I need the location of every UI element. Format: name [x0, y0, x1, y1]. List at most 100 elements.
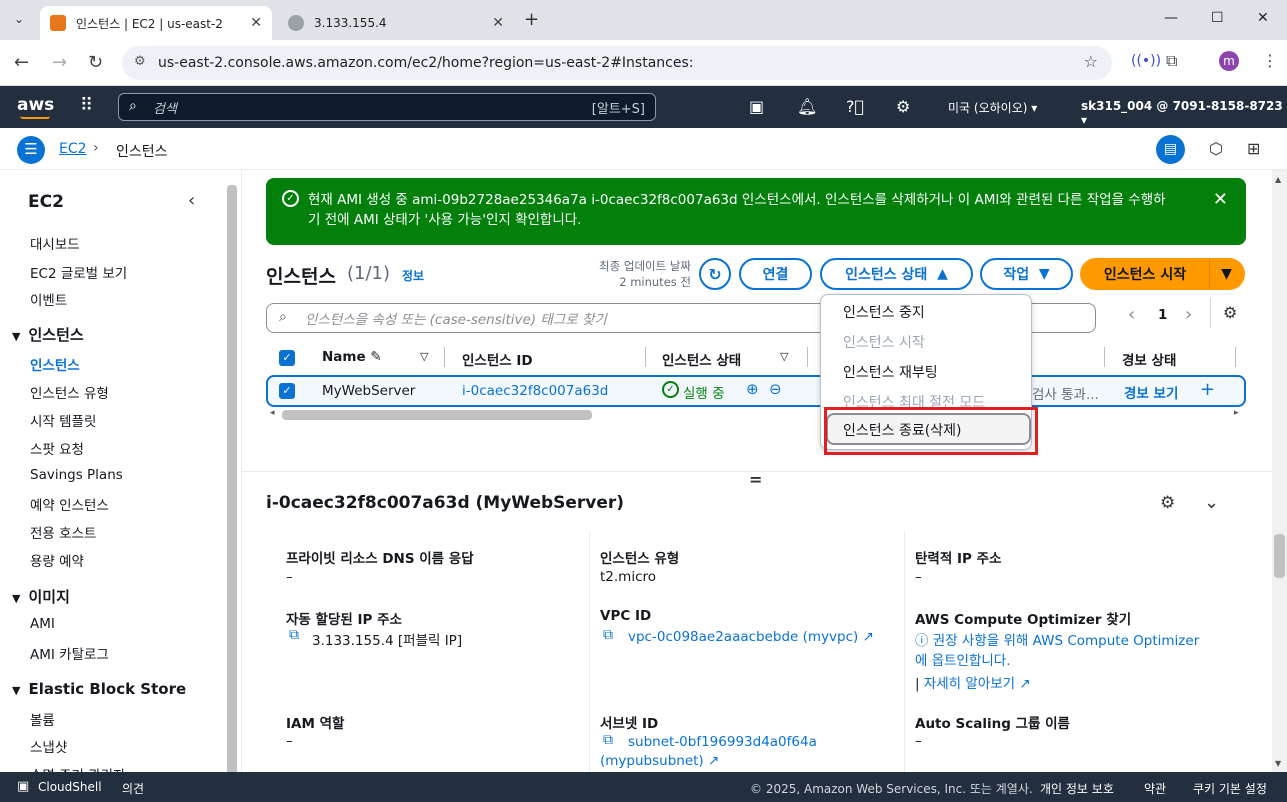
feedback-icon[interactable]: ⊞	[1247, 139, 1260, 158]
zoom-in-icon[interactable]: ⊕	[746, 380, 759, 398]
copy-icon[interactable]: ⧉	[603, 732, 613, 748]
launch-dropdown-button[interactable]: ▼	[1209, 258, 1245, 290]
menu-item-stop[interactable]: 인스턴스 중지	[843, 302, 925, 322]
optimizer-link-line2[interactable]: 에 옵트인합니다.	[915, 649, 1011, 669]
optimizer-link[interactable]: ⓘ 권장 사항을 위해 AWS Compute Optimizer	[915, 629, 1199, 649]
sidebar-item-ami[interactable]: AMI	[30, 616, 55, 632]
site-info-icon[interactable]: ⚙	[134, 54, 146, 69]
sidebar-item-reserved-instances[interactable]: 예약 인스턴스	[30, 494, 109, 514]
extension-icon[interactable]: ((•))	[1131, 53, 1161, 69]
copy-icon[interactable]: ⧉	[289, 627, 299, 643]
refresh-button[interactable]: ↻	[699, 258, 731, 290]
row-instance-id-link[interactable]: i-0caec32f8c007a63d	[462, 383, 608, 399]
scroll-up-icon[interactable]: ▲	[1275, 175, 1281, 184]
copy-icon[interactable]: ⧉	[603, 627, 613, 643]
footer-cookies[interactable]: 쿠키 기본 설정	[1193, 780, 1267, 797]
zoom-out-icon[interactable]: ⊖	[769, 380, 782, 398]
aws-logo[interactable]: aws	[17, 95, 54, 115]
tab-list-chevron-icon[interactable]: ⌄	[14, 12, 24, 26]
notifications-hex-icon[interactable]: ⬡	[1209, 139, 1223, 158]
column-header-state[interactable]: 인스턴스 상태	[662, 349, 741, 369]
footer-feedback[interactable]: 의견	[122, 780, 144, 797]
close-tab-icon[interactable]: ✕	[492, 15, 504, 31]
puzzle-icon[interactable]: ⧉	[1166, 51, 1177, 71]
sidebar-item-global-view[interactable]: EC2 글로벌 보기	[30, 262, 127, 282]
info-link[interactable]: 정보	[402, 267, 424, 284]
row-checkbox[interactable]: ✓	[279, 383, 295, 399]
sidebar-item-volumes[interactable]: 볼륨	[30, 709, 55, 729]
collapse-details-icon[interactable]: ⌄	[1204, 492, 1219, 513]
sidebar-item-launch-templates[interactable]: 시작 템플릿	[30, 410, 96, 430]
details-settings-gear-icon[interactable]: ⚙	[1160, 493, 1175, 513]
next-page-icon[interactable]: ›	[1185, 304, 1192, 325]
close-window-icon[interactable]: ✕	[1257, 10, 1269, 26]
browser-menu-icon[interactable]: ⋮	[1262, 51, 1278, 70]
sidebar-item-lifecycle-manager[interactable]: 수명 주기 관리자	[30, 764, 126, 772]
footer-cloudshell[interactable]: CloudShell	[38, 780, 102, 794]
page-vertical-scrollbar[interactable]: ▲ ▼	[1272, 170, 1287, 772]
vpc-link[interactable]: vpc-0c098ae2aaacbebde (myvpc) ↗	[628, 629, 874, 645]
select-all-checkbox[interactable]: ✓	[279, 350, 295, 366]
account-menu[interactable]: sk315_004 @ 7091-8158-8723 ▾	[1081, 99, 1287, 127]
collapse-sidebar-icon[interactable]: ‹	[188, 190, 195, 211]
back-icon[interactable]: ←	[14, 52, 29, 73]
menu-item-reboot[interactable]: 인스턴스 재부팅	[843, 362, 938, 382]
breadcrumb-ec2[interactable]: EC2	[59, 141, 87, 157]
sidebar-item-dashboard[interactable]: 대시보드	[30, 233, 80, 253]
column-header-alarm[interactable]: 경보 상태	[1122, 349, 1176, 369]
connect-button[interactable]: 연결	[739, 258, 812, 290]
address-bar[interactable]: ⚙ us-east-2.console.aws.amazon.com/ec2/h…	[122, 46, 1112, 80]
column-header-name[interactable]: Name ✎	[322, 349, 382, 365]
table-row[interactable]: ✓ MyWebServer i-0caec32f8c007a63d ✓ 실행 중…	[266, 375, 1246, 407]
table-preferences-gear-icon[interactable]: ⚙	[1223, 303, 1237, 322]
scroll-left-icon[interactable]: ◂	[270, 408, 278, 420]
instance-state-button[interactable]: 인스턴스 상태 ▲	[820, 258, 973, 290]
sidebar-item-instance-types[interactable]: 인스턴스 유형	[30, 382, 109, 402]
settings-gear-icon[interactable]: ⚙	[896, 97, 910, 116]
menu-hamburger-icon[interactable]: ☰	[17, 136, 45, 164]
bell-icon[interactable]: 🔔︎	[797, 97, 817, 116]
sidebar-item-capacity-reservations[interactable]: 용량 예약	[30, 550, 84, 570]
page-number[interactable]: 1	[1158, 307, 1167, 323]
region-selector[interactable]: 미국 (오하이오) ▾	[948, 99, 1037, 116]
table-horizontal-scrollbar[interactable]	[282, 410, 592, 420]
profile-avatar[interactable]: m	[1219, 51, 1239, 71]
minimize-icon[interactable]: —	[1164, 10, 1178, 26]
sidebar-section-ebs[interactable]: ▼ Elastic Block Store	[12, 680, 186, 698]
subnet-link[interactable]: subnet-0bf196993d4a0f64a	[628, 734, 817, 750]
sidebar-section-images[interactable]: ▼ 이미지	[12, 586, 70, 607]
browser-tab-active[interactable]: 인스턴스 | EC2 | us-east-2 ✕	[40, 6, 272, 40]
cloudshell-icon[interactable]: ▣	[749, 97, 764, 116]
scrollbar-thumb[interactable]	[1274, 534, 1285, 578]
cloudshell-icon[interactable]: ▣	[17, 779, 29, 794]
maximize-icon[interactable]: ☐	[1211, 10, 1224, 26]
actions-button[interactable]: 작업 ▼	[980, 258, 1073, 290]
footer-privacy[interactable]: 개인 정보 보호	[1040, 780, 1114, 797]
sidebar-section-instances[interactable]: ▼ 인스턴스	[12, 324, 84, 345]
column-header-instance-id[interactable]: 인스턴스 ID	[462, 349, 533, 369]
browser-tab[interactable]: 3.133.155.4 ✕	[278, 6, 514, 40]
sidebar-item-events[interactable]: 이벤트	[30, 289, 67, 309]
dismiss-flash-icon[interactable]: ✕	[1213, 190, 1228, 210]
add-alarm-icon[interactable]: +	[1200, 379, 1215, 400]
prev-page-icon[interactable]: ‹	[1128, 304, 1135, 325]
sort-caret-icon[interactable]: ▽	[780, 350, 788, 363]
sidebar-scrollbar[interactable]	[227, 185, 237, 775]
learn-more[interactable]: | 자세히 알아보기 ↗	[915, 672, 1031, 692]
help-icon[interactable]: ?⃝	[846, 97, 864, 116]
aws-search-input[interactable]: ⌕ 검색 [알트+S]	[118, 93, 656, 121]
sidebar-item-savings-plans[interactable]: Savings Plans	[30, 467, 123, 483]
sidebar-item-instances[interactable]: 인스턴스	[30, 354, 80, 374]
subnet-link-line2[interactable]: (mypubsubnet) ↗	[600, 753, 719, 769]
launch-instance-button[interactable]: 인스턴스 시작	[1080, 258, 1210, 290]
info-panel-icon[interactable]: ▤	[1156, 135, 1185, 164]
forward-icon[interactable]: →	[52, 52, 67, 73]
bookmark-star-icon[interactable]: ☆	[1084, 52, 1098, 71]
new-tab-icon[interactable]: +	[524, 9, 539, 30]
reload-icon[interactable]: ↻	[88, 52, 103, 73]
close-tab-icon[interactable]: ✕	[250, 15, 262, 31]
footer-terms[interactable]: 약관	[1144, 780, 1166, 797]
scroll-down-icon[interactable]: ▼	[1275, 759, 1281, 768]
sidebar-item-spot-requests[interactable]: 스팟 요청	[30, 438, 84, 458]
scroll-right-icon[interactable]: ▸	[1234, 408, 1239, 418]
